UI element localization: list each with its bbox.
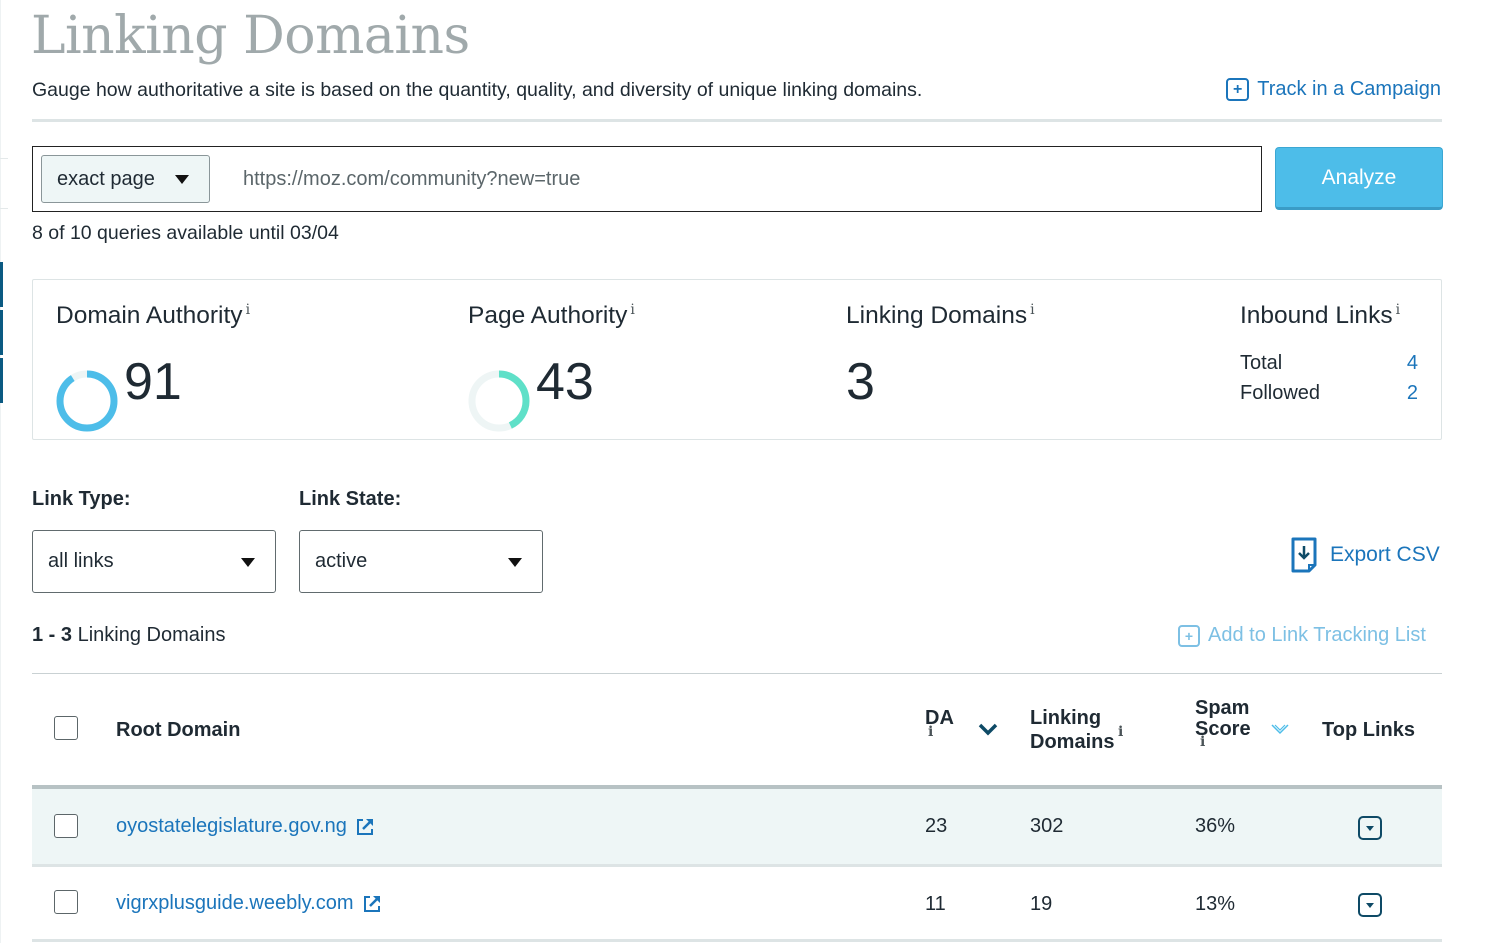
url-input[interactable] (243, 155, 1243, 203)
export-csv-label: Export CSV (1330, 543, 1440, 566)
column-spam-score[interactable]: Spam Score i (1195, 696, 1251, 750)
metric-value: 91 (124, 353, 182, 411)
plus-icon: + (1178, 624, 1200, 647)
inbound-followed-label: Followed (1240, 382, 1321, 404)
info-icon[interactable]: i (1200, 730, 1205, 754)
metric-value: 43 (536, 353, 594, 411)
row-checkbox[interactable] (54, 890, 78, 914)
select-all-checkbox[interactable] (54, 716, 78, 740)
gauge-arc (56, 370, 118, 432)
cell-spam-score: 36% (1195, 815, 1236, 837)
domain-link[interactable]: vigrxplusguide.weebly.com (116, 892, 382, 915)
info-icon[interactable]: i (1396, 302, 1400, 318)
table-row: oyostatelegislature.gov.ng 23 302 36% (32, 789, 1442, 864)
domain-authority-gauge (56, 370, 118, 432)
domain-name: vigrxplusguide.weebly.com (116, 892, 354, 914)
column-top-links: Top Links (1322, 719, 1415, 741)
inbound-total-value[interactable]: 4 (1407, 352, 1418, 375)
metric-value: 3 (846, 353, 875, 411)
info-icon[interactable]: i (246, 302, 250, 318)
page-authority-gauge (468, 370, 530, 432)
domain-link[interactable]: oyostatelegislature.gov.ng (116, 815, 375, 838)
results-range-suffix: Linking Domains (77, 624, 226, 646)
domain-name: oyostatelegislature.gov.ng (116, 815, 347, 837)
link-type-label: Link Type: (32, 488, 131, 510)
metric-label: Linking Domains (846, 302, 1028, 330)
cell-spam-score: 13% (1195, 893, 1236, 915)
sidebar-tab[interactable] (0, 358, 3, 403)
link-state-value: active (315, 550, 368, 572)
track-in-campaign-link[interactable]: + Track in a Campaign (1226, 78, 1441, 101)
page-subtitle: Gauge how authoritative a site is based … (32, 79, 923, 101)
results-count: 1 - 3 Linking Domains (32, 624, 225, 647)
sidebar-tab[interactable] (0, 310, 3, 355)
caret-down-icon (175, 175, 189, 184)
table-row: vigrxplusguide.weebly.com 11 19 13% (32, 867, 1442, 939)
add-to-link-tracking-button[interactable]: + Add to Link Tracking List (1178, 624, 1426, 647)
results-range: 1 - 3 (32, 624, 73, 646)
sort-desc-chevron-icon[interactable] (978, 722, 998, 736)
link-state-select[interactable]: active (299, 530, 543, 593)
cell-linking-domains: 302 (1030, 815, 1064, 837)
search-bar: exact page (32, 146, 1262, 212)
sidebar-edge (0, 0, 8, 943)
inbound-followed-value[interactable]: 2 (1407, 382, 1418, 405)
header-divider (32, 119, 1442, 122)
cell-da: 11 (925, 893, 946, 915)
caret-down-icon (241, 558, 255, 567)
top-links-dropdown-button[interactable] (1358, 893, 1382, 917)
inbound-total-label: Total (1240, 352, 1283, 374)
column-linking-domains-line1: Linking (1030, 707, 1102, 729)
link-state-label: Link State: (299, 488, 402, 510)
page-title: Linking Domains (31, 6, 470, 66)
column-linking-domains[interactable]: Linking Domains i (1030, 706, 1123, 754)
column-linking-domains-line2: Domains (1030, 731, 1115, 753)
link-type-value: all links (48, 550, 114, 572)
metric-label: Inbound Links (1240, 302, 1393, 330)
scope-select-value: exact page (57, 167, 155, 190)
metric-label: Page Authority (468, 302, 628, 330)
metric-inbound-links: Inbound Links i Total 4 Followed 2 (1240, 302, 1418, 404)
analyze-button[interactable]: Analyze (1275, 147, 1443, 210)
inbound-total-row: Total 4 (1240, 352, 1418, 375)
track-in-campaign-label: Track in a Campaign (1257, 78, 1441, 100)
metric-linking-domains: Linking Domains i 3 (846, 302, 1035, 411)
queries-remaining: 8 of 10 queries available until 03/04 (32, 222, 339, 244)
info-icon[interactable]: i (928, 720, 933, 744)
top-links-dropdown-button[interactable] (1358, 816, 1382, 840)
metric-label: Domain Authority (56, 302, 243, 330)
external-link-icon (363, 895, 380, 912)
scope-select[interactable]: exact page (41, 155, 210, 203)
metric-domain-authority: Domain Authority i 91 (56, 302, 250, 432)
info-icon[interactable]: i (630, 302, 634, 318)
metric-page-authority: Page Authority i 43 (468, 302, 635, 432)
export-file-icon (1291, 537, 1317, 573)
sort-chevron-outline-icon[interactable] (1270, 722, 1290, 736)
info-icon[interactable]: i (1118, 720, 1123, 744)
row-divider (32, 939, 1442, 942)
sidebar-tab[interactable] (0, 262, 3, 307)
caret-down-icon (508, 558, 522, 567)
table-top-border (32, 673, 1442, 674)
plus-icon: + (1226, 78, 1250, 101)
row-checkbox[interactable] (54, 814, 78, 838)
external-link-icon (356, 818, 373, 835)
cell-linking-domains: 19 (1030, 893, 1053, 915)
column-root-domain[interactable]: Root Domain (116, 718, 240, 742)
export-csv-link[interactable]: Export CSV (1290, 537, 1440, 573)
add-to-link-tracking-label: Add to Link Tracking List (1208, 624, 1426, 646)
link-type-select[interactable]: all links (32, 530, 276, 593)
info-icon[interactable]: i (1030, 302, 1034, 318)
column-da[interactable]: DA i (925, 706, 954, 740)
inbound-followed-row: Followed 2 (1240, 382, 1418, 405)
metrics-panel: Domain Authority i 91 Page Authority i 43 … (32, 279, 1442, 440)
cell-da: 23 (925, 815, 948, 837)
